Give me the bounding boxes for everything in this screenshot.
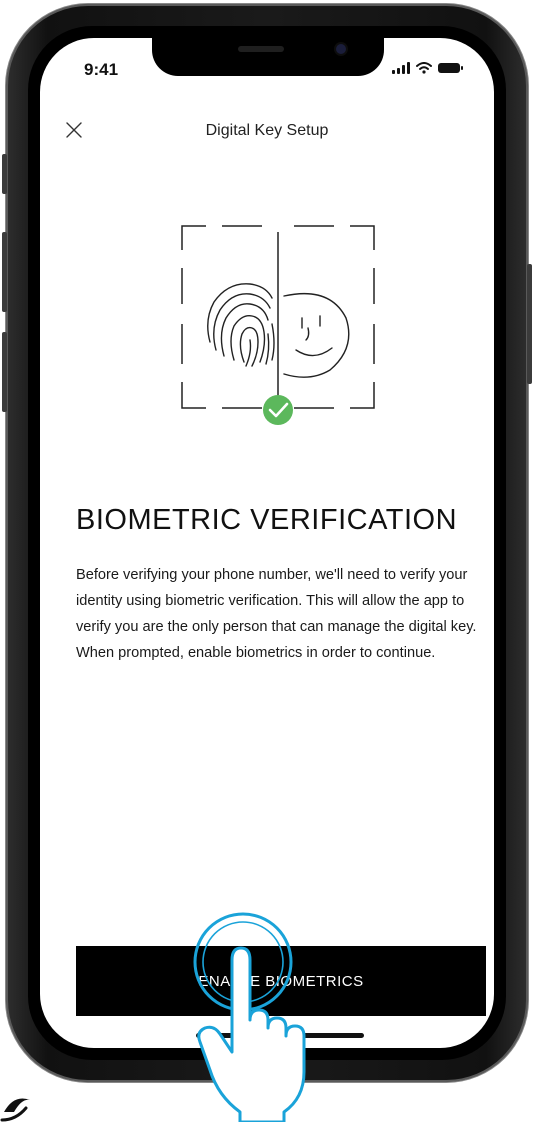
home-indicator (196, 1033, 364, 1038)
speaker-grille (238, 46, 284, 52)
section-heading: BIOMETRIC VERIFICATION (76, 504, 458, 536)
front-camera (336, 44, 346, 54)
nav-bar: Digital Key Setup (40, 110, 494, 150)
page-title: Digital Key Setup (205, 122, 329, 139)
face-icon (283, 292, 350, 378)
side-button-power (527, 264, 532, 384)
side-button-volume-up (2, 232, 7, 312)
side-button-mute (2, 154, 7, 194)
notch (152, 38, 384, 76)
status-icons (392, 60, 463, 76)
phone-screen: 9:41 Digital Key Setup BIOMETRIC VERIFIC… (40, 38, 494, 1048)
battery-icon (438, 63, 463, 73)
signal-icon (392, 62, 410, 74)
fingerprint-icon (207, 283, 275, 367)
wifi-icon (416, 62, 432, 74)
status-time: 9:41 (84, 60, 119, 79)
side-button-volume-down (2, 332, 7, 412)
check-icon (263, 395, 293, 425)
phone-frame: 9:41 Digital Key Setup BIOMETRIC VERIFIC… (2, 4, 532, 1082)
screenshot-stage: 9:41 Digital Key Setup BIOMETRIC VERIFIC… (0, 0, 541, 1122)
description-text: Before verifying your phone number, we'l… (76, 567, 477, 661)
brand-logo-icon (0, 1098, 30, 1122)
enable-biometrics-button[interactable]: ENABLE BIOMETRICS (76, 946, 486, 1016)
enable-biometrics-label: ENABLE BIOMETRICS (198, 972, 364, 990)
biometric-illustration (181, 225, 375, 425)
